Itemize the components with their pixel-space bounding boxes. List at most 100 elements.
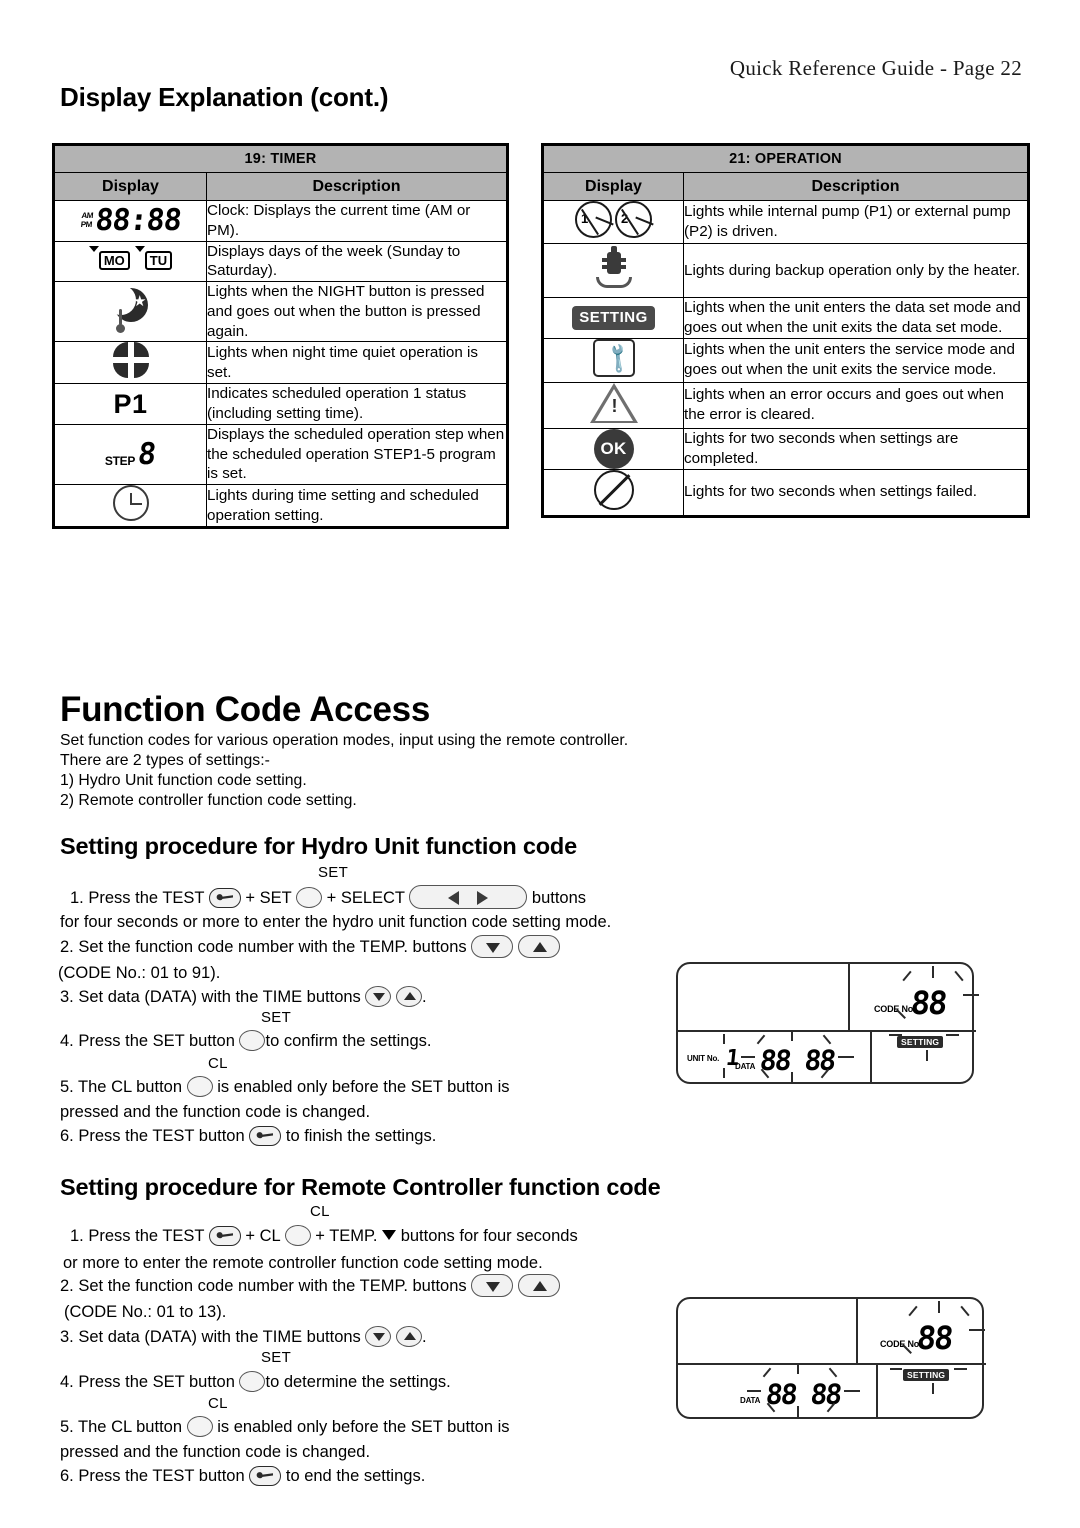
hydro-step5-cl-label: CL xyxy=(208,1055,228,1072)
step-label: STEP xyxy=(104,453,136,468)
hydro-step5-text-b: is enabled only before the SET button is xyxy=(217,1078,510,1096)
lcd-vertical-divider xyxy=(856,1299,858,1365)
flash-ray xyxy=(797,1363,799,1374)
triangle-down-icon xyxy=(134,246,145,270)
hydro-step3-text: 3. Set data (DATA) with the TIME buttons xyxy=(60,988,361,1006)
cl-button[interactable] xyxy=(186,1076,213,1097)
flash-ray xyxy=(747,1390,761,1392)
ok-badge-icon: OK xyxy=(543,427,684,470)
remote-step1-cl-label: CL xyxy=(310,1203,330,1220)
hydro-step6-text-a: 6. Press the TEST button xyxy=(60,1127,245,1145)
day-box-tu: TU xyxy=(134,246,173,271)
remote-step-5: 5. The CL button is enabled only before … xyxy=(60,1416,510,1438)
flash-ray xyxy=(844,1390,860,1392)
flash-ray xyxy=(756,1034,766,1045)
cl-button[interactable] xyxy=(284,1225,311,1246)
remote-step5-text-b: is enabled only before the SET button is xyxy=(217,1418,510,1436)
temp-down-button[interactable] xyxy=(471,935,514,958)
lcd-unit-no-label: UNIT No. xyxy=(687,1054,720,1063)
temp-up-button[interactable] xyxy=(517,1274,560,1297)
operation-table: 21: OPERATION Display Description 1 2 Li xyxy=(541,143,1030,518)
remote-step4-set-label: SET xyxy=(261,1349,292,1366)
temp-down-button[interactable] xyxy=(471,1274,514,1297)
triangle-down-icon xyxy=(373,1333,386,1341)
step-indicator-icon: STEP 8 xyxy=(54,423,207,486)
select-button[interactable] xyxy=(409,885,528,909)
lcd-code-digits: 88 xyxy=(909,984,948,1022)
row-description: Lights while internal pump (P1) or exter… xyxy=(683,200,1028,244)
flash-ray xyxy=(828,1367,838,1378)
test-button[interactable] xyxy=(208,1226,241,1246)
hydro-step6-text-b: to finish the settings. xyxy=(285,1127,437,1145)
arrow-left-icon xyxy=(448,891,460,905)
table-row: Lights for two seconds when settings fai… xyxy=(543,468,1028,516)
service-wrench-icon: 🔧 xyxy=(543,337,684,383)
remote-step6-text-a: 6. Press the TEST button xyxy=(60,1467,245,1485)
flash-ray xyxy=(946,1034,959,1036)
flash-ray xyxy=(908,1305,918,1317)
lcd-panel-hydro-unit: CODE No. 88 SETTING UNIT No. 1 DATA 88 8… xyxy=(676,962,979,1084)
remote-step-4: 4. Press the SET button to determine the… xyxy=(60,1371,451,1393)
wrench-icon xyxy=(256,1132,274,1139)
triangle-up-icon xyxy=(532,1281,547,1291)
flash-ray xyxy=(969,1329,985,1331)
hydro-step1-set-label: SET xyxy=(318,864,349,881)
clock-display-icon: AM PM 88:88 xyxy=(54,200,207,242)
cl-button[interactable] xyxy=(186,1416,213,1437)
table-row: P1 Indicates scheduled operation 1 statu… xyxy=(54,383,507,425)
set-button[interactable] xyxy=(239,1371,266,1392)
flash-ray xyxy=(932,966,934,978)
prohibited-circle-icon xyxy=(543,468,684,516)
hydro-step1-text-a: 1. Press the TEST xyxy=(70,889,205,907)
flash-ray xyxy=(762,1367,772,1378)
wrench-icon xyxy=(216,894,233,901)
table-row: Lights during backup operation only by t… xyxy=(543,243,1028,298)
wrench-icon xyxy=(256,1472,274,1479)
flash-ray xyxy=(954,970,964,982)
row-description: Displays days of the week (Sunday to Sat… xyxy=(206,240,507,282)
table-row: AM PM 88:88 Clock: Displays the current … xyxy=(54,200,507,242)
row-description: Lights for two seconds when settings are… xyxy=(683,427,1028,470)
time-down-button[interactable] xyxy=(365,1326,392,1347)
table-row: Lights during time setting and scheduled… xyxy=(54,484,507,527)
flash-ray xyxy=(889,1034,902,1036)
remote-step5-cl-label: CL xyxy=(208,1395,228,1412)
time-up-button[interactable] xyxy=(395,986,422,1007)
remote-step1-text-a: 1. Press the TEST xyxy=(70,1227,205,1245)
p1-indicator-icon: P1 xyxy=(54,383,207,425)
lcd-panel-remote-controller: CODE No. 88 SETTING DATA 88 88 xyxy=(676,1297,986,1419)
lcd-vertical-divider-lower xyxy=(870,1030,872,1084)
lcd-setting-badge: SETTING xyxy=(903,1369,950,1381)
remote-step-2-line2: (CODE No.: 01 to 13). xyxy=(64,1303,227,1321)
set-button[interactable] xyxy=(296,887,322,908)
test-button[interactable] xyxy=(249,1466,282,1486)
table-row: ! Lights when an error occurs and goes o… xyxy=(543,381,1028,429)
lcd-data-label: DATA xyxy=(740,1396,761,1405)
lcd-vertical-divider xyxy=(848,964,850,1032)
fca-intro-line-1: Set function codes for various operation… xyxy=(60,732,629,749)
row-description: Lights when the NIGHT button is pressed … xyxy=(206,280,507,343)
table-row: SETTING Lights when the unit enters the … xyxy=(543,297,1028,339)
test-button[interactable] xyxy=(249,1126,282,1146)
time-up-button[interactable] xyxy=(395,1326,422,1347)
table-row: 1 2 Lights while internal pump (P1) or e… xyxy=(543,200,1028,244)
test-button[interactable] xyxy=(208,888,241,908)
row-description: Indicates scheduled operation 1 status (… xyxy=(206,383,507,425)
fca-intro-line-4: 2) Remote controller function code setti… xyxy=(60,792,357,809)
time-down-button[interactable] xyxy=(365,986,392,1007)
temp-up-button[interactable] xyxy=(517,935,560,958)
set-button[interactable] xyxy=(239,1030,266,1051)
flash-ray xyxy=(963,994,979,996)
pump-2-icon: 2 xyxy=(615,201,654,238)
triangle-down-icon xyxy=(382,1230,397,1240)
remote-step4-text-a: 4. Press the SET button xyxy=(60,1373,235,1391)
triangle-up-icon xyxy=(532,942,547,952)
hydro-step5-text-a: 5. The CL button xyxy=(60,1078,183,1096)
hydro-step1-text-c: + SELECT xyxy=(326,889,405,907)
triangle-down-icon xyxy=(486,1282,501,1292)
lcd-vertical-divider-lower xyxy=(876,1363,878,1419)
lcd-code-digits: 88 xyxy=(915,1319,954,1357)
flash-ray xyxy=(723,1068,725,1078)
remote-step-3: 3. Set data (DATA) with the TIME buttons… xyxy=(60,1326,427,1348)
row-description: Lights when the unit enters the data set… xyxy=(683,297,1028,339)
